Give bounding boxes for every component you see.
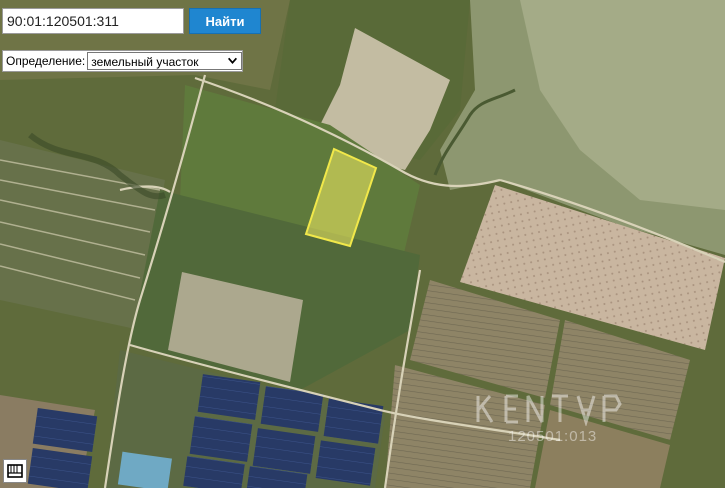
search-button[interactable]: Найти: [189, 8, 261, 34]
definition-panel: Определение: земельный участок: [2, 50, 244, 72]
watermark-id-text: 120501:013: [508, 428, 598, 445]
definition-select[interactable]: земельный участок: [87, 52, 243, 70]
definition-selected-value: земельный участок: [91, 55, 199, 69]
chevron-down-icon: [228, 57, 238, 65]
cian-watermark-logo: [476, 394, 622, 426]
layers-icon: [7, 464, 23, 478]
layers-button[interactable]: [3, 459, 27, 483]
cadastral-search-input[interactable]: [2, 8, 184, 34]
definition-label: Определение:: [6, 54, 86, 68]
